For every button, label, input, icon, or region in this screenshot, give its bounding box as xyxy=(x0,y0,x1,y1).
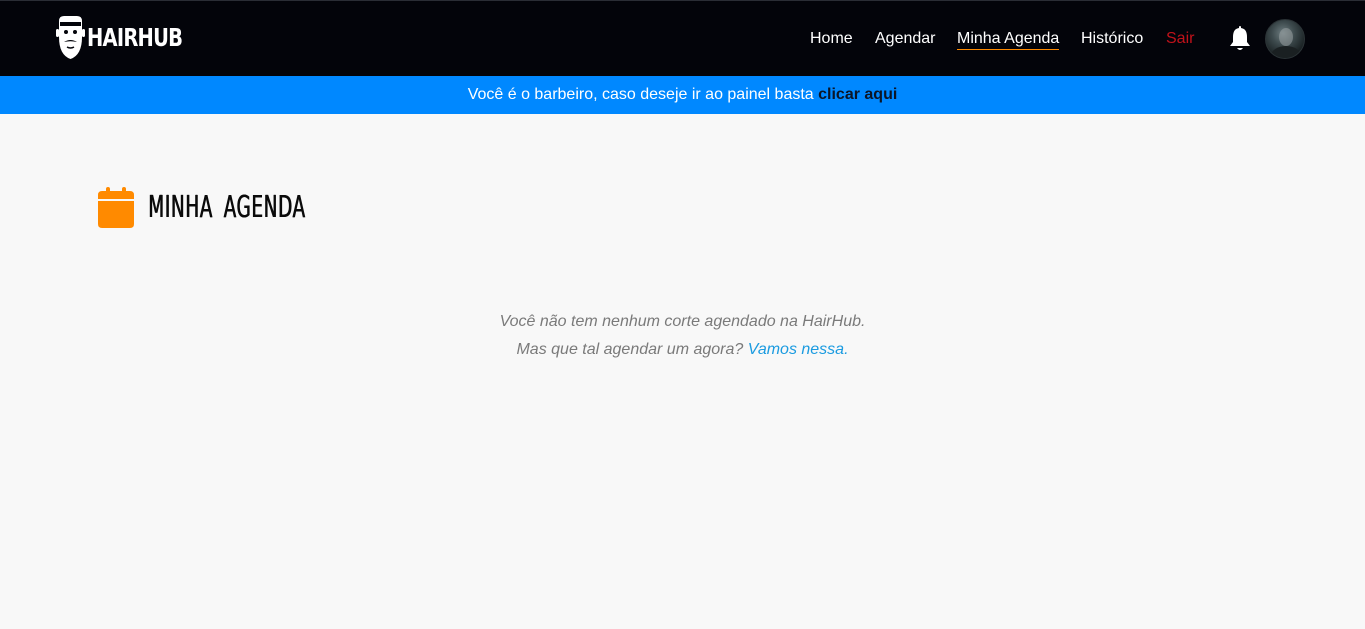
nav-sair[interactable]: Sair xyxy=(1166,29,1194,49)
empty-state: Você não tem nenhum corte agendado na Ha… xyxy=(0,308,1365,364)
user-avatar[interactable] xyxy=(1265,19,1305,59)
empty-state-line2: Mas que tal agendar um agora? Vamos ness… xyxy=(0,336,1365,364)
barber-panel-banner: Você é o barbeiro, caso deseje ir ao pai… xyxy=(0,76,1365,114)
calendar-icon xyxy=(98,186,134,228)
page-title-text: MINHA AGENDA xyxy=(148,189,306,225)
bell-icon[interactable] xyxy=(1228,26,1252,52)
nav-agendar[interactable]: Agendar xyxy=(875,29,936,49)
schedule-now-link[interactable]: Vamos nessa. xyxy=(748,341,849,358)
banner-text: Você é o barbeiro, caso deseje ir ao pai… xyxy=(467,86,819,103)
nav-minha-agenda[interactable]: Minha Agenda xyxy=(957,29,1060,50)
page-title: MINHA AGENDA xyxy=(98,186,380,228)
banner-panel-link[interactable]: clicar aqui xyxy=(818,86,897,103)
top-navbar: HAIRHUB Home Agendar Minha Agenda Histór… xyxy=(0,0,1365,76)
main-nav: Home Agendar Minha Agenda Histórico Sair xyxy=(0,29,1365,51)
avatar-shoulders xyxy=(1271,46,1301,58)
nav-home[interactable]: Home xyxy=(810,29,853,49)
nav-historico[interactable]: Histórico xyxy=(1081,29,1143,49)
empty-state-prompt: Mas que tal agendar um agora? xyxy=(516,341,748,358)
empty-state-line1: Você não tem nenhum corte agendado na Ha… xyxy=(499,313,866,330)
avatar-face xyxy=(1279,28,1293,46)
